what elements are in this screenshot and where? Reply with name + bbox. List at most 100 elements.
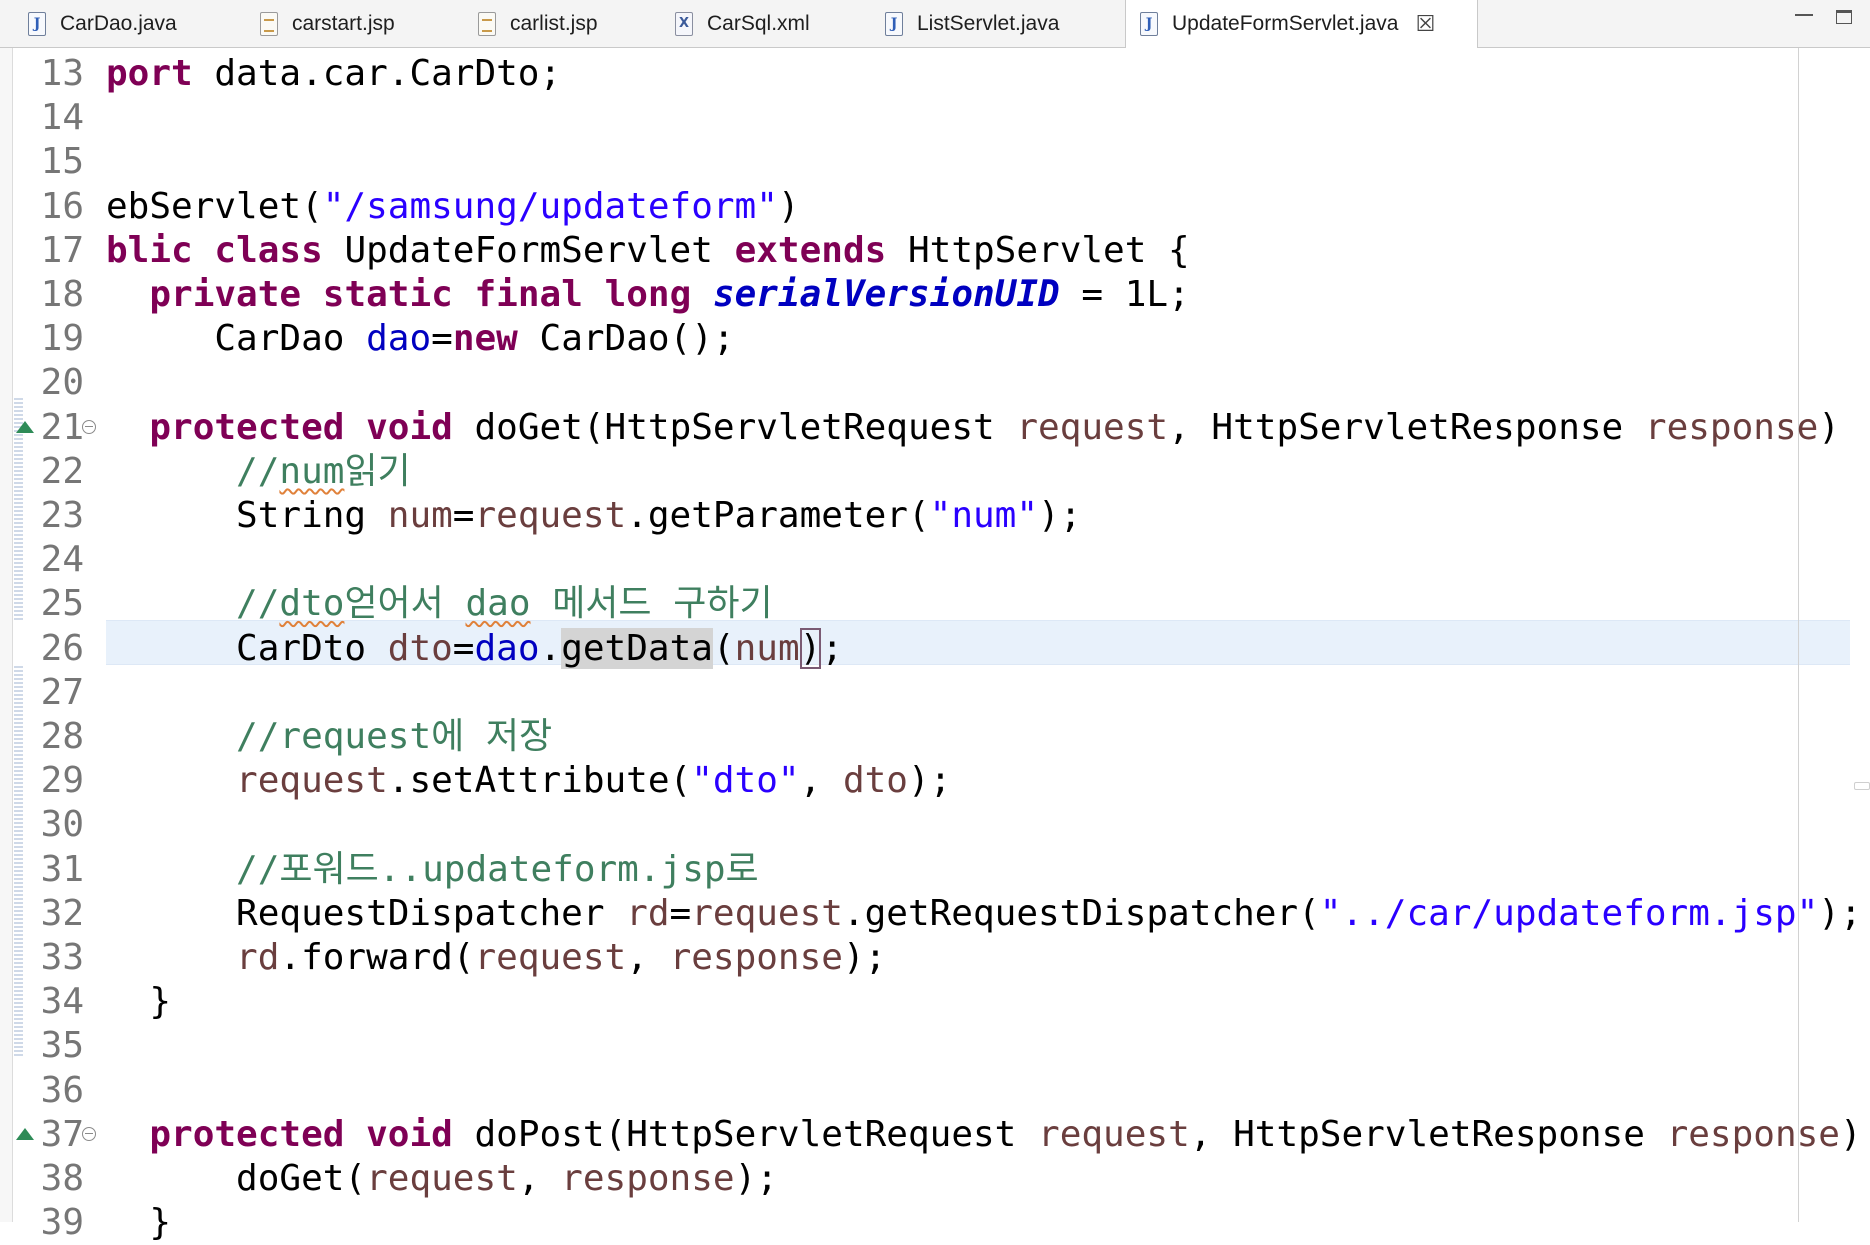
- code-token: ,: [517, 1158, 562, 1199]
- code-token: HttpServlet {: [886, 229, 1190, 271]
- close-tab-icon[interactable]: ☒: [1414, 13, 1436, 35]
- code-text[interactable]: blic class UpdateFormServlet extends Htt…: [106, 229, 1190, 273]
- line-number: 32: [40, 892, 84, 934]
- code-token: "dto": [691, 760, 800, 802]
- code-line-13[interactable]: 13 port data.car.CarDto;: [0, 52, 1860, 96]
- tab-cardao-java[interactable]: J CarDao.java: [18, 0, 238, 47]
- code-line-34[interactable]: 34 }: [0, 980, 1860, 1024]
- code-token: doPost(HttpServletRequest: [452, 1113, 1039, 1155]
- maximize-button[interactable]: [1836, 10, 1852, 24]
- tab-label: CarDao.java: [60, 11, 177, 35]
- code-text[interactable]: }: [106, 1201, 171, 1245]
- code-token: .getRequestDispatcher(: [842, 892, 1320, 934]
- line-number: 37: [40, 1113, 84, 1155]
- tab-listservlet-java[interactable]: J ListServlet.java: [875, 0, 1115, 47]
- line-number: 25: [40, 583, 84, 625]
- code-token: ebServlet(: [106, 185, 323, 227]
- code-token: blic: [106, 229, 193, 271]
- line-number: 34: [40, 981, 84, 1023]
- code-line-26[interactable]: 26 CarDto dto=dao.getData(num);: [0, 627, 1860, 671]
- code-token: 메서드 구하기: [530, 583, 773, 625]
- code-text[interactable]: CarDto dto=dao.getData(num);: [106, 627, 843, 671]
- code-token: dao: [474, 627, 540, 669]
- tab-carsql-xml[interactable]: X CarSql.xml: [665, 0, 870, 47]
- code-token: }: [106, 1202, 172, 1244]
- code-token: RequestDispatcher: [106, 892, 627, 934]
- code-text[interactable]: private static final long serialVersionU…: [106, 273, 1189, 317]
- line-number: 23: [40, 495, 84, 536]
- line-number: 31: [40, 848, 84, 890]
- code-text[interactable]: }: [106, 980, 171, 1024]
- collapse-fold-icon[interactable]: [82, 419, 96, 434]
- code-text[interactable]: request.setAttribute("dto", dto);: [106, 759, 951, 803]
- tab-label: carstart.jsp: [292, 11, 395, 35]
- minimize-button[interactable]: [1795, 14, 1813, 26]
- code-token: dao: [465, 583, 531, 625]
- code-line-31[interactable]: 31 //포워드..updateform.jsp로: [0, 848, 1860, 892]
- code-text[interactable]: protected void doPost(HttpServletRequest…: [106, 1113, 1861, 1157]
- code-line-21[interactable]: 21 protected void doGet(HttpServletReque…: [0, 406, 1860, 450]
- code-line-15[interactable]: 15: [0, 140, 1860, 184]
- code-line-19[interactable]: 19 CarDao dao=new CarDao();: [0, 317, 1860, 361]
- tab-label: carlist.jsp: [510, 11, 598, 35]
- code-text[interactable]: //num읽기: [106, 450, 411, 494]
- code-token: serialVersionUID: [712, 274, 1060, 315]
- code-token: }: [106, 981, 172, 1023]
- code-line-25[interactable]: 25 //dto얻어서 dao 메서드 구하기: [0, 582, 1860, 626]
- line-number: 24: [40, 539, 84, 581]
- code-line-30[interactable]: 30: [0, 803, 1860, 847]
- line-number: 29: [40, 760, 84, 802]
- code-line-14[interactable]: 14: [0, 96, 1860, 140]
- code-line-28[interactable]: 28 //request에 저장: [0, 715, 1860, 759]
- code-text[interactable]: //포워드..updateform.jsp로: [106, 848, 759, 892]
- code-text[interactable]: RequestDispatcher rd=request.getRequestD…: [106, 892, 1862, 936]
- code-token: //request에 저장: [236, 716, 553, 757]
- code-line-36[interactable]: 36: [0, 1069, 1860, 1113]
- code-token: .getParameter(: [626, 495, 930, 536]
- code-token: void: [366, 1113, 453, 1155]
- code-text[interactable]: String num=request.getParameter("num");: [106, 494, 1081, 538]
- code-line-20[interactable]: 20: [0, 361, 1860, 405]
- code-token: //포워드..updateform.jsp로: [236, 848, 759, 890]
- code-line-29[interactable]: 29 request.setAttribute("dto", dto);: [0, 759, 1860, 803]
- collapse-fold-icon[interactable]: [82, 1126, 96, 1141]
- code-line-23[interactable]: 23 String num=request.getParameter("num"…: [0, 494, 1860, 538]
- code-line-22[interactable]: 22 //num읽기: [0, 450, 1860, 494]
- code-line-24[interactable]: 24: [0, 538, 1860, 582]
- tab-carstart-jsp[interactable]: carstart.jsp: [250, 0, 460, 47]
- tab-carlist-jsp[interactable]: carlist.jsp: [468, 0, 658, 47]
- code-editor[interactable]: 13 port data.car.CarDto; 14 15 16 ebServlet("…: [0, 48, 1870, 1243]
- line-number: 36: [40, 1069, 84, 1111]
- code-text[interactable]: CarDao dao=new CarDao();: [106, 317, 734, 361]
- code-line-33[interactable]: 33 rd.forward(request, response);: [0, 936, 1860, 980]
- tab-updateformservlet-java[interactable]: J UpdateFormServlet.java ☒: [1125, 0, 1478, 48]
- code-text[interactable]: protected void doGet(HttpServletRequest …: [106, 406, 1840, 450]
- code-text[interactable]: //request에 저장: [106, 715, 552, 759]
- code-text[interactable]: ebServlet("/samsung/updateform"): [106, 185, 800, 229]
- code-line-39[interactable]: 39 }: [0, 1201, 1860, 1245]
- code-line-18[interactable]: 18 private static final long serialVersi…: [0, 273, 1860, 317]
- code-token: protected: [149, 406, 345, 448]
- line-number: 38: [40, 1158, 84, 1199]
- line-number: 18: [40, 274, 84, 315]
- code-line-16[interactable]: 16 ebServlet("/samsung/updateform"): [0, 185, 1860, 229]
- code-line-17[interactable]: 17 blic class UpdateFormServlet extends H…: [0, 229, 1860, 273]
- code-token: doGet(: [106, 1158, 367, 1199]
- code-text[interactable]: port data.car.CarDto;: [106, 52, 561, 96]
- code-line-37[interactable]: 37 protected void doPost(HttpServletRequ…: [0, 1113, 1862, 1157]
- code-token: response: [1666, 1113, 1840, 1155]
- code-line-32[interactable]: 32 RequestDispatcher rd=request.getReque…: [0, 892, 1862, 936]
- code-line-35[interactable]: 35: [0, 1024, 1860, 1068]
- code-text[interactable]: rd.forward(request, response);: [106, 936, 886, 980]
- line-number: 26: [40, 627, 84, 669]
- code-text[interactable]: doGet(request, response);: [106, 1157, 778, 1201]
- code-token: //: [236, 583, 280, 625]
- code-text[interactable]: //dto얻어서 dao 메서드 구하기: [106, 582, 773, 626]
- line-number: 16: [40, 185, 84, 227]
- code-line-27[interactable]: 27: [0, 671, 1860, 715]
- code-line-38[interactable]: 38 doGet(request, response);: [0, 1157, 1860, 1201]
